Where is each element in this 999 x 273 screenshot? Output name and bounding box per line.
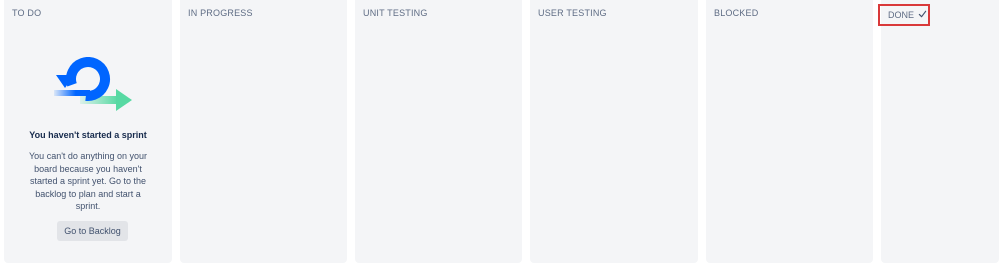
- column-header-done: DONE: [888, 10, 915, 20]
- column-unit-testing: UNIT TESTING: [355, 0, 522, 263]
- column-header-to-do: TO DO: [12, 8, 42, 18]
- column-blocked: BLOCKED: [706, 0, 873, 263]
- check-icon: [918, 10, 927, 18]
- column-header-in-progress: IN PROGRESS: [188, 8, 253, 18]
- column-in-progress: IN PROGRESS: [180, 0, 347, 263]
- empty-state-description: You can't do anything on your board beca…: [29, 151, 147, 211]
- column-done: [881, 0, 999, 263]
- column-to-do: TO DO You haven't started a sprint You c…: [4, 0, 172, 263]
- empty-state-title: You haven't started a sprint: [29, 130, 147, 140]
- column-user-testing: USER TESTING: [530, 0, 698, 263]
- sprint-board: TO DO You haven't started a sprint You c…: [0, 0, 999, 273]
- column-header-user-testing: USER TESTING: [538, 8, 607, 18]
- column-header-blocked: BLOCKED: [714, 8, 759, 18]
- go-to-backlog-button[interactable]: Go to Backlog: [57, 221, 128, 241]
- column-header-unit-testing: UNIT TESTING: [363, 8, 428, 18]
- column-header-done-highlight: DONE: [878, 4, 930, 26]
- sprint-cycle-icon: [54, 57, 132, 111]
